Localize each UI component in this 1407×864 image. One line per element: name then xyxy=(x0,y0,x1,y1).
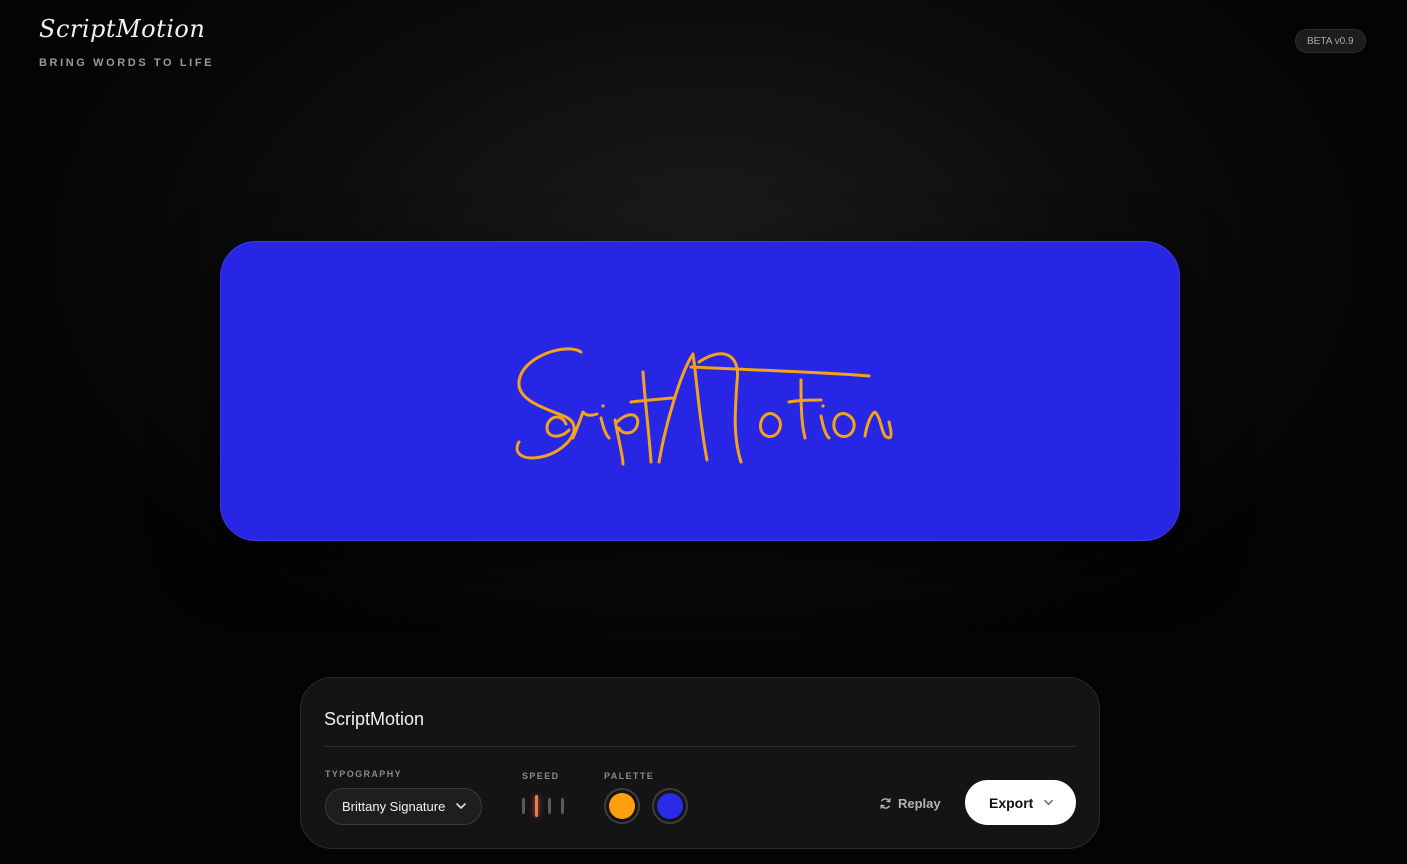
control-panel: TYPOGRAPHY Brittany Signature SPEED PALE… xyxy=(300,677,1100,849)
preview-canvas xyxy=(220,241,1180,541)
brand-logo[interactable]: ScriptMotion xyxy=(39,12,214,46)
replay-button[interactable]: Replay xyxy=(879,792,941,814)
speed-bar-4[interactable] xyxy=(561,798,564,814)
script-preview-artwork xyxy=(515,347,893,466)
export-button[interactable]: Export xyxy=(965,780,1076,825)
speed-bar-3[interactable] xyxy=(548,798,551,814)
background-color-swatch[interactable] xyxy=(652,788,688,824)
chevron-down-icon xyxy=(456,803,466,809)
typography-value: Brittany Signature xyxy=(342,799,446,814)
version-badge: BETA v0.9 xyxy=(1295,29,1366,53)
export-label: Export xyxy=(989,794,1034,811)
speed-selector[interactable] xyxy=(522,793,568,819)
refresh-icon xyxy=(880,797,891,809)
speed-label: SPEED xyxy=(522,771,560,781)
replay-label: Replay xyxy=(898,795,941,811)
speed-bar-1[interactable] xyxy=(522,798,525,814)
speed-bar-2[interactable] xyxy=(535,795,538,817)
script-text-input[interactable] xyxy=(324,700,1076,738)
ink-color-fill xyxy=(609,793,635,819)
palette-label: PALETTE xyxy=(604,771,655,781)
app-stage: ScriptMotion BRING WORDS TO LIFE BETA v0… xyxy=(0,0,1407,864)
panel-divider xyxy=(324,746,1076,747)
brand-tagline: BRING WORDS TO LIFE xyxy=(39,57,215,69)
background-color-fill xyxy=(657,793,683,819)
typography-label: TYPOGRAPHY xyxy=(325,769,403,779)
ink-color-swatch[interactable] xyxy=(604,788,640,824)
chevron-down-icon xyxy=(1044,799,1053,806)
brand: ScriptMotion BRING WORDS TO LIFE xyxy=(39,12,214,69)
typography-select[interactable]: Brittany Signature xyxy=(325,788,482,825)
